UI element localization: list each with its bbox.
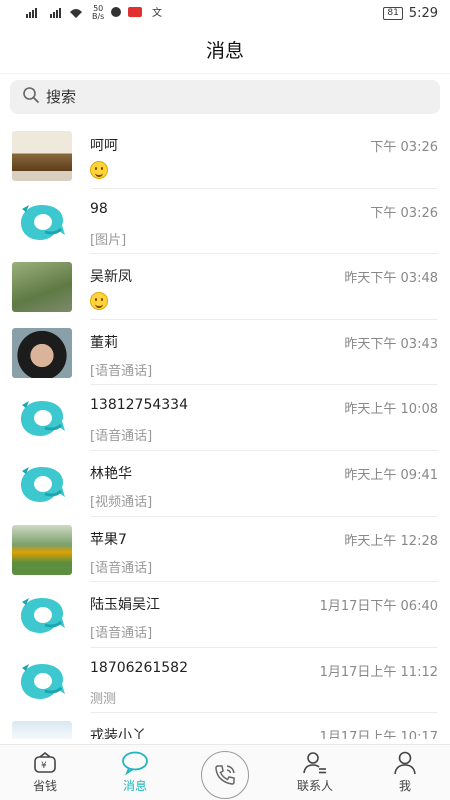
message-time: 昨天上午 10:08: [344, 402, 438, 418]
conversation-content: 戎装小丫 1月17日上午 10:17: [90, 713, 438, 739]
message-time: 昨天下午 03:48: [344, 271, 438, 287]
contact-name: 林艳华: [90, 465, 132, 482]
header: 消息: [0, 26, 450, 74]
notification-icons: 文: [110, 6, 164, 21]
conversation-item[interactable]: 戎装小丫 1月17日上午 10:17: [0, 713, 450, 739]
smile-emoji-icon: [90, 292, 108, 311]
contacts-icon: [302, 751, 328, 775]
avatar[interactable]: [12, 197, 72, 247]
conversation-item[interactable]: 林艳华 昨天上午 09:41 [视频通话]: [0, 451, 450, 517]
tab-label: 消息: [122, 779, 147, 793]
network-speed: 50 B/s: [92, 4, 105, 21]
conversation-content: 呵呵 下午 03:26: [90, 123, 438, 189]
wallet-icon: ¥: [32, 751, 58, 775]
contact-name: 戎装小丫: [90, 728, 146, 739]
avatar[interactable]: [12, 721, 72, 739]
contact-name: 18706261582: [90, 659, 188, 676]
app-logo-icon: [21, 401, 65, 437]
tab-messages[interactable]: 消息: [90, 745, 180, 800]
message-preview: [语音通话]: [90, 626, 153, 642]
conversation-content: 98 下午 03:26 [图片]: [90, 189, 438, 255]
conversation-content: 董莉 昨天下午 03:43 [语音通话]: [90, 320, 438, 386]
conversation-content: 林艳华 昨天上午 09:41 [视频通话]: [90, 451, 438, 517]
search-icon: [22, 86, 40, 108]
search-bar[interactable]: [10, 80, 440, 114]
chat-bubble-icon: [121, 751, 149, 775]
message-preview: [视频通话]: [90, 494, 153, 510]
contact-name: 苹果7: [90, 531, 127, 548]
avatar[interactable]: [12, 590, 72, 640]
conversation-content: 吴新凤 昨天下午 03:48: [90, 254, 438, 320]
conversation-item[interactable]: 董莉 昨天下午 03:43 [语音通话]: [0, 320, 450, 386]
svg-text:¥: ¥: [41, 761, 47, 771]
clock: 5:29: [408, 5, 438, 21]
conversation-content: 陆玉娟吴江 1月17日下午 06:40 [语音通话]: [90, 582, 438, 648]
avatar[interactable]: [12, 524, 72, 575]
app-logo-icon: [21, 466, 65, 502]
tab-save-money[interactable]: ¥ 省钱: [0, 745, 90, 800]
message-time: 下午 03:26: [370, 205, 438, 221]
contact-name: 13812754334: [90, 397, 188, 414]
contact-name: 董莉: [90, 334, 118, 351]
conversation-item[interactable]: 吴新凤 昨天下午 03:48: [0, 254, 450, 320]
tab-label: 省钱: [32, 779, 57, 793]
message-time: 1月17日上午 10:17: [319, 730, 438, 739]
message-preview: [语音通话]: [90, 429, 153, 445]
contact-name: 98: [90, 200, 108, 217]
contact-name: 呵呵: [90, 138, 118, 154]
message-time: 昨天上午 12:28: [344, 533, 438, 549]
bottom-tab-bar: ¥ 省钱 消息 联系人 我: [0, 744, 450, 800]
search-input[interactable]: [46, 88, 406, 106]
message-time: 下午 03:26: [370, 140, 438, 155]
conversation-item[interactable]: 18706261582 1月17日上午 11:12 测测: [0, 648, 450, 714]
conversation-content: 苹果7 昨天上午 12:28 [语音通话]: [90, 517, 438, 583]
status-bar: 50 B/s 文 81 5:29: [0, 0, 450, 26]
smile-emoji-icon: [90, 161, 108, 179]
contact-name: 吴新凤: [90, 269, 132, 286]
message-time: 昨天上午 09:41: [344, 467, 438, 483]
avatar[interactable]: [12, 131, 72, 181]
person-icon: [392, 751, 418, 775]
message-preview: [图片]: [90, 232, 127, 248]
avatar[interactable]: [12, 393, 72, 443]
tab-label: 我: [398, 779, 411, 793]
message-preview: 测测: [90, 691, 117, 707]
conversation-item[interactable]: 苹果7 昨天上午 12:28 [语音通话]: [0, 517, 450, 583]
conversation-content: 18706261582 1月17日上午 11:12 测测: [90, 648, 438, 714]
phone-call-icon: [212, 762, 238, 788]
status-icons-left: 50 B/s 文: [26, 5, 164, 21]
tab-label: 联系人: [296, 779, 333, 793]
svg-text:文: 文: [152, 6, 162, 18]
conversation-item[interactable]: 13812754334 昨天上午 10:08 [语音通话]: [0, 385, 450, 451]
app-logo-icon: [21, 663, 65, 699]
message-preview: [语音通话]: [90, 560, 153, 576]
message-time: 1月17日上午 11:12: [319, 664, 438, 680]
message-time: 1月17日下午 06:40: [319, 599, 438, 615]
avatar[interactable]: [12, 459, 72, 509]
signal-icon: [26, 6, 86, 21]
page-title: 消息: [205, 40, 244, 62]
message-time: 昨天下午 03:43: [344, 336, 438, 352]
tab-me[interactable]: 我: [360, 745, 450, 800]
app-logo-icon: [21, 598, 65, 634]
battery-icon: 81: [383, 6, 403, 20]
avatar[interactable]: [12, 656, 72, 706]
message-preview: [语音通话]: [90, 363, 153, 379]
status-icons-right: 81 5:29: [383, 6, 438, 21]
tab-call[interactable]: [180, 745, 270, 800]
conversation-item[interactable]: 呵呵 下午 03:26: [0, 123, 450, 189]
conversation-item[interactable]: 陆玉娟吴江 1月17日下午 06:40 [语音通话]: [0, 582, 450, 648]
app-logo-icon: [21, 204, 65, 240]
avatar[interactable]: [12, 262, 72, 313]
conversation-item[interactable]: 98 下午 03:26 [图片]: [0, 189, 450, 255]
tab-contacts[interactable]: 联系人: [270, 745, 360, 800]
call-button[interactable]: [201, 750, 249, 799]
conversation-content: 13812754334 昨天上午 10:08 [语音通话]: [90, 385, 438, 451]
avatar[interactable]: [12, 327, 72, 378]
conversation-list[interactable]: 呵呵 下午 03:26 98 下午 03:26 [图片] 吴新凤 昨天下午 03:48 董莉昨…: [0, 123, 450, 739]
contact-name: 陆玉娟吴江: [90, 597, 160, 614]
